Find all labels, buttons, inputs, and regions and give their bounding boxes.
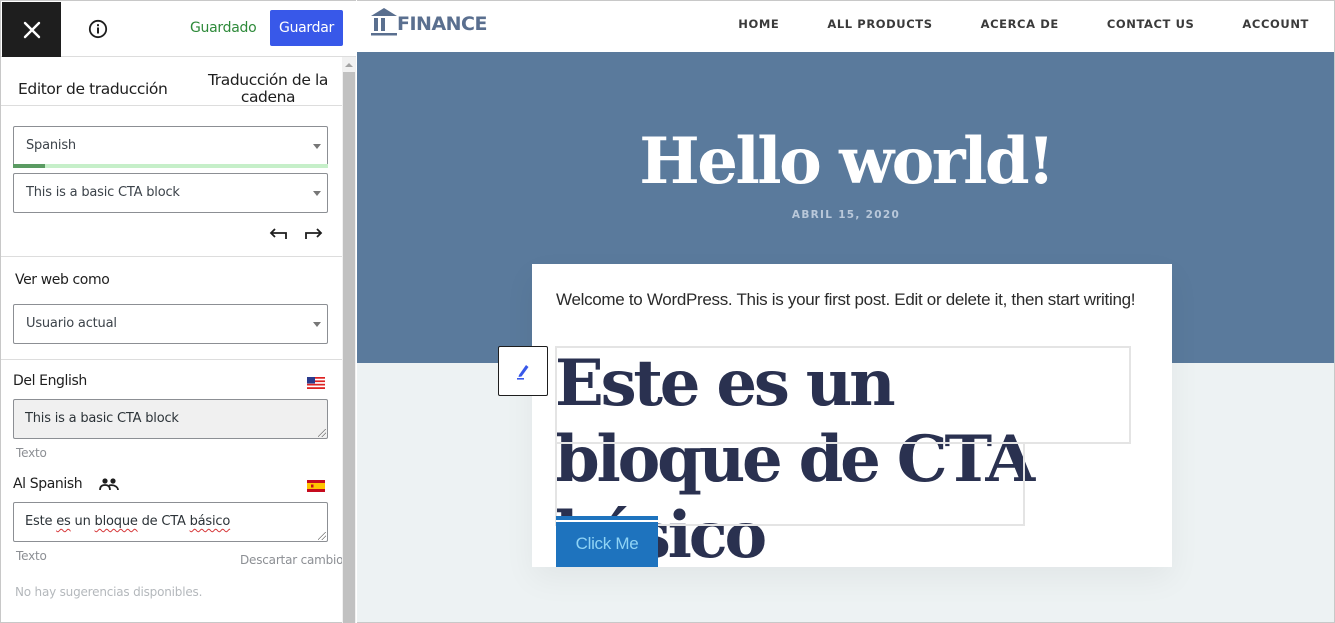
translation-progress-bar (13, 164, 328, 168)
save-button[interactable]: Guardar (270, 10, 343, 46)
source-text-value: This is a basic CTA block (25, 411, 179, 426)
panel-content: Editor de traducción Traducción de la ca… (1, 57, 342, 623)
suggestions-message: No hay sugerencias disponibles. (15, 585, 203, 599)
post-date: ABRIL 15, 2020 (791, 209, 901, 221)
close-icon (23, 21, 40, 38)
resize-handle-icon[interactable] (318, 532, 326, 540)
info-button[interactable] (85, 16, 111, 42)
language-select[interactable]: Spanish (13, 126, 328, 166)
target-text-field[interactable]: Este es un bloque de CTA básico (13, 502, 328, 542)
target-text-part: un (70, 514, 95, 529)
panel-tabs: Editor de traducción Traducción de la ca… (1, 57, 342, 106)
source-language-label: Del English (13, 373, 87, 389)
target-text-part: Este (25, 514, 57, 529)
string-select-value: This is a basic CTA block (26, 185, 180, 200)
discard-changes-link[interactable]: Descartar cambios (240, 553, 342, 567)
cta-click-me-button[interactable]: Click Me (556, 516, 658, 567)
undo-button[interactable] (267, 224, 291, 244)
site-logo[interactable]: FINANCE (370, 6, 487, 36)
source-type-label: Texto (16, 446, 47, 460)
nav-account[interactable]: ACCOUNT (1242, 17, 1309, 31)
target-text-misspelled: bloque (94, 514, 138, 529)
panel-scrollbar[interactable] (342, 57, 356, 623)
logo-text: FINANCE (397, 13, 487, 35)
translation-progress-fill (13, 164, 45, 168)
target-type-label: Texto (16, 549, 47, 563)
redo-button[interactable] (303, 224, 327, 244)
target-language-label: Al Spanish (13, 476, 83, 492)
view-as-label: Ver web como (15, 272, 110, 288)
scrollbar-thumb[interactable] (343, 72, 355, 623)
undo-icon (269, 228, 287, 239)
users-icon[interactable] (99, 477, 119, 491)
scroll-up-icon[interactable] (345, 63, 353, 67)
us-flag-icon (307, 377, 325, 389)
close-button[interactable] (2, 2, 61, 57)
target-text-misspelled: básico (189, 514, 231, 529)
nav-home[interactable]: HOME (738, 17, 779, 31)
chevron-down-icon (313, 144, 321, 149)
site-preview: FINANCE HOME ALL PRODUCTS ACERCA DE CONT… (357, 0, 1335, 623)
chevron-down-icon (313, 191, 321, 196)
panel-topbar: Guardado Guardar (1, 0, 358, 57)
target-text-part: de CTA (137, 514, 190, 529)
post-content-card: Welcome to WordPress. This is your first… (532, 264, 1172, 573)
string-select[interactable]: This is a basic CTA block (13, 173, 328, 213)
edit-translation-button[interactable] (498, 346, 548, 396)
source-text-field[interactable]: This is a basic CTA block (13, 399, 328, 439)
nav-contact[interactable]: CONTACT US (1107, 17, 1195, 31)
history-controls (1, 217, 342, 257)
resize-handle-icon[interactable] (318, 429, 326, 437)
post-intro-text: Welcome to WordPress. This is your first… (556, 290, 1136, 309)
redo-icon (305, 228, 323, 239)
chevron-down-icon (313, 322, 321, 327)
tab-string-translation[interactable]: Traducción de la cadena (201, 72, 335, 106)
view-as-select[interactable]: Usuario actual (13, 304, 328, 344)
es-flag-icon (307, 480, 325, 492)
pencil-icon (517, 365, 529, 380)
language-select-value: Spanish (26, 138, 76, 153)
view-as-select-value: Usuario actual (26, 316, 117, 331)
nav-about[interactable]: ACERCA DE (981, 17, 1059, 31)
translation-panel: Guardado Guardar Editor de traducción Tr… (0, 0, 358, 623)
post-title: Hello world! (639, 124, 1055, 199)
main-nav: HOME ALL PRODUCTS ACERCA DE CONTACT US A… (738, 17, 1309, 31)
nav-all-products[interactable]: ALL PRODUCTS (827, 17, 932, 31)
target-text-misspelled: es (56, 514, 71, 529)
tab-translation-editor[interactable]: Editor de traducción (18, 80, 168, 98)
info-icon (88, 19, 108, 39)
site-header: FINANCE HOME ALL PRODUCTS ACERCA DE CONT… (357, 1, 1334, 52)
saved-status: Guardado (190, 20, 257, 36)
bank-building-icon (371, 8, 397, 36)
